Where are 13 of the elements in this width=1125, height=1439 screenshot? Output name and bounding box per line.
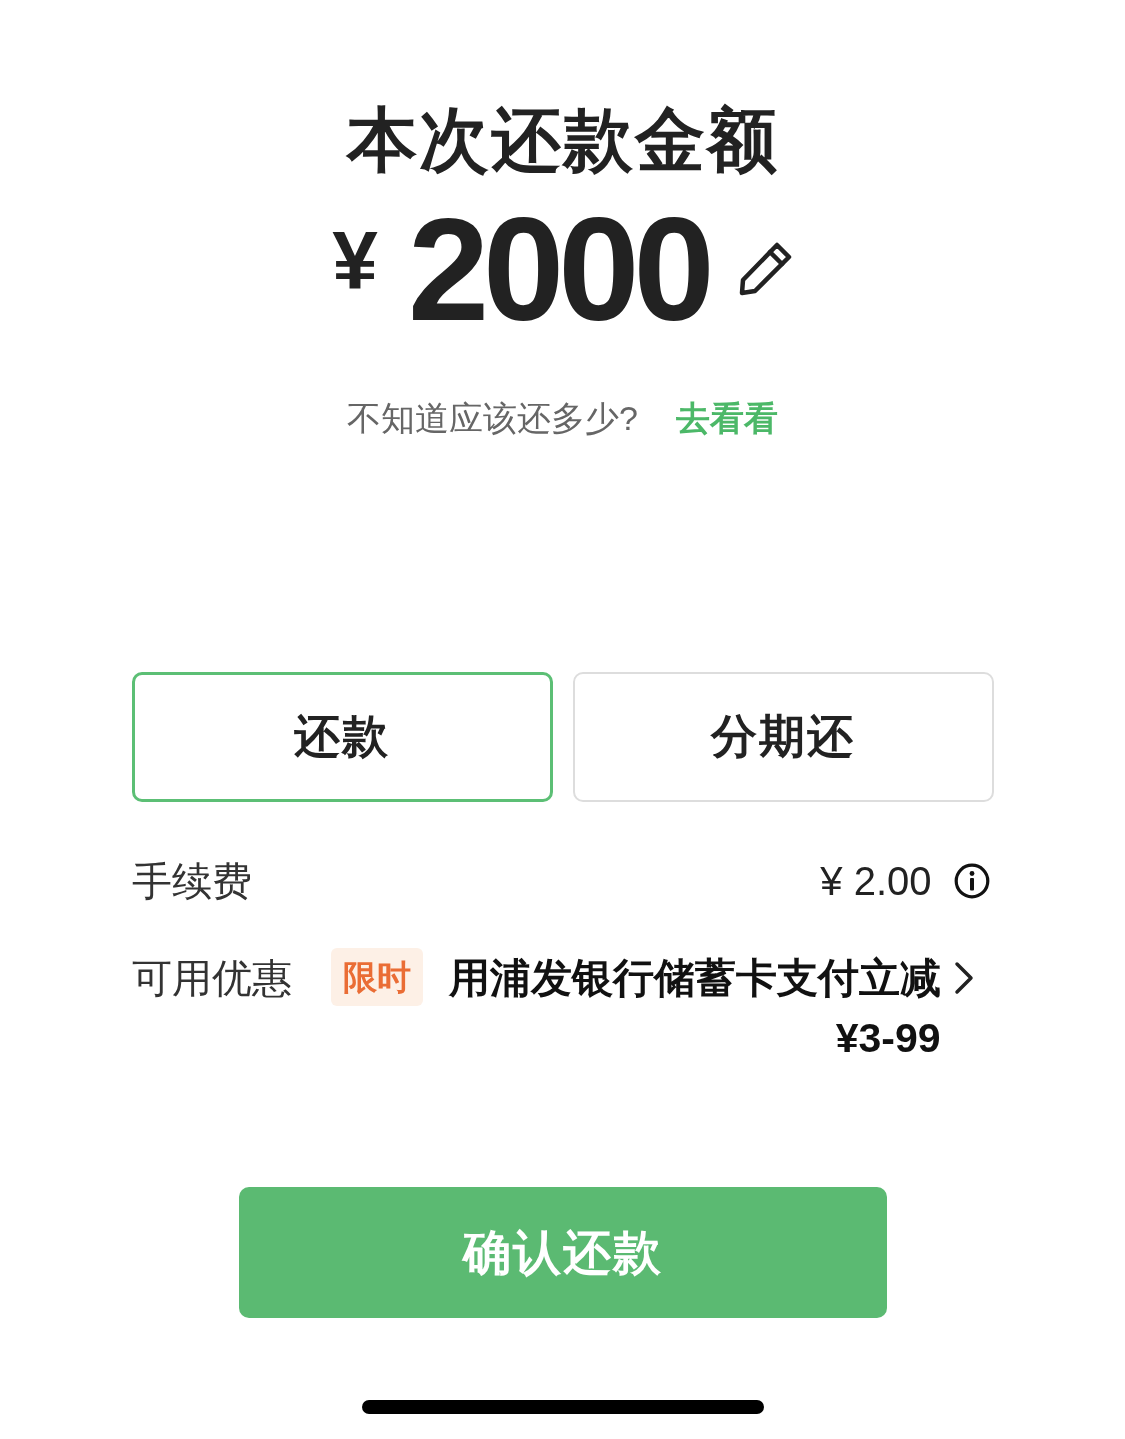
hint-text: 不知道应该还多少? [347, 398, 638, 439]
repayment-tab[interactable]: 分期还 [572, 672, 994, 802]
fee-label: 手续费 [131, 858, 252, 905]
chevron-right-icon[interactable] [952, 960, 975, 996]
info-icon[interactable] [953, 863, 990, 899]
discount-offer-text[interactable]: 用浦发银行储蓄卡支付立减¥3-99 [435, 948, 941, 1068]
limited-time-tag: 限时 [330, 948, 423, 1006]
currency-symbol: ¥ [332, 213, 378, 307]
repayment-tab[interactable]: 还款 [131, 672, 553, 802]
amount-value: 2000 [407, 200, 709, 340]
page-title: 本次还款金额 [346, 100, 779, 180]
fee-value: ¥ 2.00 [820, 858, 932, 905]
discount-label: 可用优惠 [131, 955, 292, 1002]
